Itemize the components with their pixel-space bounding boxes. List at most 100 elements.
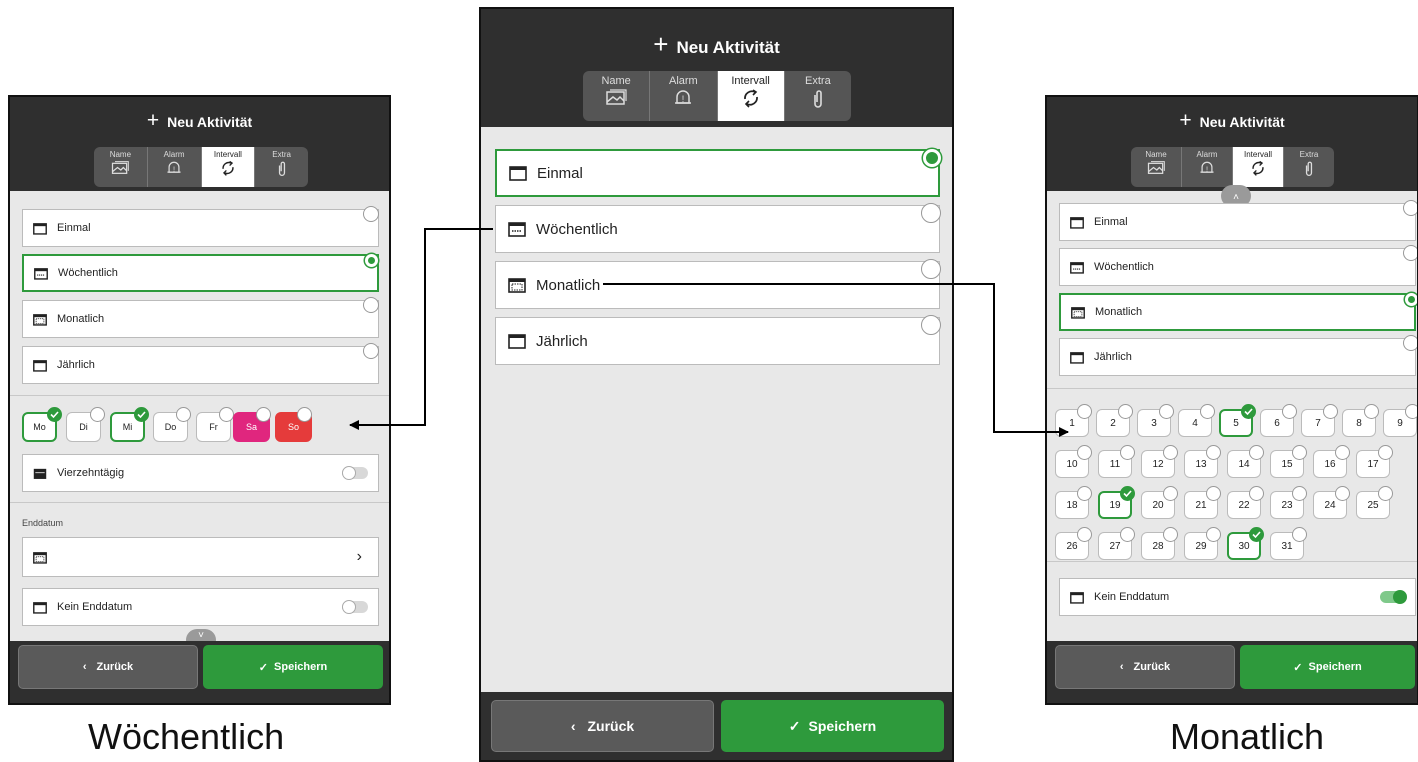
month-day-radio[interactable] xyxy=(1118,404,1133,419)
radio-monatlich[interactable] xyxy=(363,297,379,313)
footer-bar: ‹ Zurück ✓ Speichern xyxy=(10,641,389,703)
tab-alarm[interactable]: Alarm ! xyxy=(1182,147,1233,187)
tab-alarm[interactable]: Alarm ! xyxy=(148,147,202,187)
fortnight-toggle[interactable] xyxy=(342,466,368,480)
month-day-radio[interactable] xyxy=(1249,445,1264,460)
month-day-radio[interactable] xyxy=(1249,486,1264,501)
tab-alarm[interactable]: Alarm ! xyxy=(650,71,718,121)
day-so-radio[interactable] xyxy=(297,407,312,422)
month-day-radio[interactable] xyxy=(1364,404,1379,419)
divider xyxy=(1047,561,1417,562)
option-monatlich[interactable]: Monatlich xyxy=(22,300,379,338)
month-day-radio[interactable] xyxy=(1206,445,1221,460)
month-day-radio[interactable] xyxy=(1163,486,1178,501)
tab-intervall[interactable]: Intervall xyxy=(201,147,256,187)
back-button[interactable]: ‹ Zurück xyxy=(491,700,714,752)
month-day-radio[interactable] xyxy=(1323,404,1338,419)
day-mo-check[interactable] xyxy=(47,407,62,422)
month-day-radio[interactable] xyxy=(1120,527,1135,542)
toggle-knob xyxy=(1393,590,1407,604)
tab-extra[interactable]: Extra xyxy=(255,147,308,187)
month-day-radio[interactable] xyxy=(1378,486,1393,501)
month-day-radio[interactable] xyxy=(1292,445,1307,460)
month-day-radio[interactable] xyxy=(1159,404,1174,419)
image-icon xyxy=(606,89,627,105)
tab-intervall[interactable]: Intervall xyxy=(717,71,785,121)
month-day-radio[interactable] xyxy=(1200,404,1215,419)
option-jaehrlich[interactable]: Jährlich xyxy=(22,346,379,384)
month-day-radio[interactable] xyxy=(1206,486,1221,501)
month-day-radio[interactable] xyxy=(1206,527,1221,542)
month-day-radio[interactable] xyxy=(1120,445,1135,460)
month-day-radio[interactable] xyxy=(1378,445,1393,460)
tab-name[interactable]: Name xyxy=(94,147,148,187)
calendar-icon xyxy=(1070,591,1084,604)
month-day-radio[interactable] xyxy=(1292,486,1307,501)
day-di-radio[interactable] xyxy=(90,407,105,422)
month-day-radio[interactable] xyxy=(1292,527,1307,542)
back-button[interactable]: ‹ Zurück xyxy=(18,645,198,689)
radio-woechentlich[interactable] xyxy=(921,203,941,223)
option-woechentlich[interactable]: Wöchentlich xyxy=(22,254,379,292)
radio-woechentlich[interactable] xyxy=(365,254,378,267)
option-monatlich[interactable]: Monatlich xyxy=(495,261,940,309)
option-einmal[interactable]: Einmal xyxy=(22,209,379,247)
month-day-check[interactable] xyxy=(1249,527,1264,542)
month-day-radio[interactable] xyxy=(1077,445,1092,460)
calendar-icon xyxy=(33,222,47,235)
option-woechentlich[interactable]: Wöchentlich xyxy=(495,205,940,253)
save-button[interactable]: ✓ Speichern xyxy=(203,645,383,689)
repeat-icon xyxy=(1252,160,1264,176)
caption-woechentlich: Wöchentlich xyxy=(88,716,285,757)
month-day-label: 5 xyxy=(1233,417,1239,429)
month-day-radio[interactable] xyxy=(1405,404,1417,419)
month-day-radio[interactable] xyxy=(1163,527,1178,542)
chevron-left-icon: ‹ xyxy=(1119,661,1124,673)
tab-intervall[interactable]: Intervall xyxy=(1233,147,1284,187)
no-end-date-row[interactable]: Kein Enddatum xyxy=(1059,578,1416,616)
tab-name[interactable]: Name xyxy=(583,71,651,121)
month-day-radio[interactable] xyxy=(1077,486,1092,501)
month-day-radio[interactable] xyxy=(1335,445,1350,460)
no-end-date-toggle[interactable] xyxy=(342,600,368,614)
caption-monatlich: Monatlich xyxy=(1170,716,1325,757)
option-woechentlich[interactable]: Wöchentlich xyxy=(1059,248,1416,286)
radio-einmal[interactable] xyxy=(1403,200,1417,216)
month-day-radio[interactable] xyxy=(1282,404,1297,419)
image-icon xyxy=(1147,161,1165,174)
end-date-picker[interactable]: › xyxy=(22,537,379,577)
save-button[interactable]: ✓ Speichern xyxy=(721,700,944,752)
month-day-check[interactable] xyxy=(1120,486,1135,501)
tab-extra[interactable]: Extra xyxy=(785,71,851,121)
radio-einmal[interactable] xyxy=(923,149,941,167)
radio-jaehrlich[interactable] xyxy=(363,343,379,359)
radio-monatlich[interactable] xyxy=(1405,293,1417,306)
option-einmal[interactable]: Einmal xyxy=(495,149,940,197)
tab-extra[interactable]: Extra xyxy=(1284,147,1334,187)
no-end-date-row[interactable]: Kein Enddatum xyxy=(22,588,379,626)
month-day-radio[interactable] xyxy=(1163,445,1178,460)
radio-einmal[interactable] xyxy=(363,206,379,222)
fortnight-row[interactable]: Vierzehntägig xyxy=(22,454,379,492)
radio-monatlich[interactable] xyxy=(921,259,941,279)
back-button[interactable]: ‹ Zurück xyxy=(1055,645,1235,689)
option-monatlich[interactable]: Monatlich xyxy=(1059,293,1416,331)
month-day-radio[interactable] xyxy=(1077,527,1092,542)
radio-jaehrlich[interactable] xyxy=(921,315,941,335)
option-einmal[interactable]: Einmal xyxy=(1059,203,1416,241)
day-fr-radio[interactable] xyxy=(219,407,234,422)
tab-name[interactable]: Name xyxy=(1131,147,1182,187)
radio-woechentlich[interactable] xyxy=(1403,245,1417,261)
day-do-radio[interactable] xyxy=(176,407,191,422)
no-end-date-toggle[interactable] xyxy=(1380,590,1407,604)
check-icon: ✓ xyxy=(1293,661,1303,674)
month-day-check[interactable] xyxy=(1241,404,1256,419)
option-jaehrlich[interactable]: Jährlich xyxy=(495,317,940,365)
option-jaehrlich[interactable]: Jährlich xyxy=(1059,338,1416,376)
day-sa-radio[interactable] xyxy=(256,407,271,422)
month-day-radio[interactable] xyxy=(1335,486,1350,501)
save-button[interactable]: ✓ Speichern xyxy=(1240,645,1415,689)
month-day-radio[interactable] xyxy=(1077,404,1092,419)
day-mi-check[interactable] xyxy=(134,407,149,422)
radio-jaehrlich[interactable] xyxy=(1403,335,1417,351)
